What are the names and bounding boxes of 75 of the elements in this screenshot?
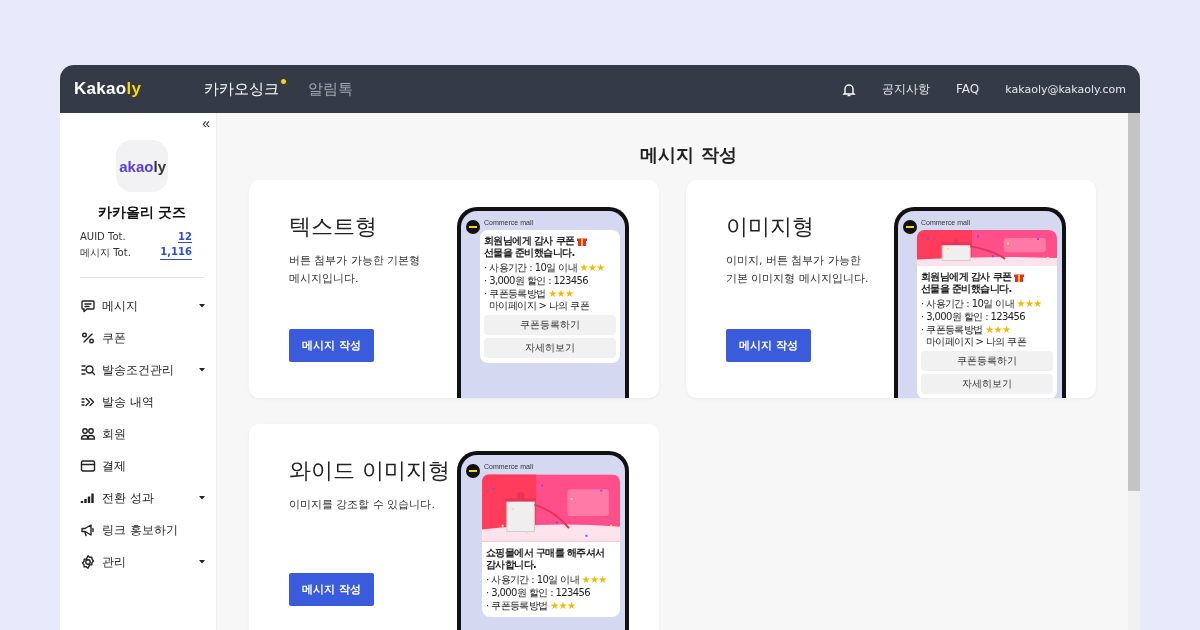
sidebar-item[interactable]: 메시지 bbox=[80, 290, 205, 322]
message-title: 회원님에게 감사 쿠폰 bbox=[921, 271, 1012, 283]
card-description: 이미지를 강조할 수 있습니다. bbox=[289, 497, 436, 513]
chat-icon bbox=[80, 298, 96, 314]
message-line: · 쿠폰등록방법 bbox=[921, 324, 983, 335]
sidebar-item[interactable]: 회원 bbox=[80, 418, 205, 450]
message-button[interactable]: 쿠폰등록하기 bbox=[484, 315, 616, 335]
compose-button[interactable]: 메시지 작성 bbox=[289, 573, 374, 606]
sidebar-item[interactable]: 결제 bbox=[80, 450, 205, 482]
stat-value-link[interactable]: 1,116 bbox=[160, 246, 192, 260]
collapse-button[interactable]: « bbox=[202, 113, 210, 130]
sidebar-item[interactable]: 발송 내역 bbox=[80, 386, 205, 418]
message-title: 선물을 준비했습니다. bbox=[921, 283, 1012, 295]
stat-value-link[interactable]: 12 bbox=[178, 231, 192, 243]
compose-button[interactable]: 메시지 작성 bbox=[726, 329, 811, 362]
star-marks: ★★★ bbox=[550, 600, 576, 611]
message-note: 마이페이지 > 나의 쿠폰 bbox=[925, 336, 1028, 348]
bell-icon[interactable] bbox=[842, 81, 857, 97]
message-line: · 사용기간 : 10일 이내 bbox=[486, 574, 579, 585]
scrollbar-thumb[interactable] bbox=[1128, 113, 1140, 491]
card-icon bbox=[80, 458, 96, 474]
star-marks: ★★★ bbox=[579, 262, 605, 273]
caret-icon bbox=[199, 368, 205, 372]
message-note: 마이페이지 > 나의 쿠폰 bbox=[488, 300, 591, 312]
nav-tab[interactable]: 카카오싱크 bbox=[204, 79, 286, 99]
avatar-icon bbox=[466, 220, 480, 234]
message-line: · 사용기간 : 10일 이내 bbox=[921, 298, 1014, 309]
message-line: · 3,000원 할인 : 123456 bbox=[921, 311, 1026, 322]
account-link[interactable]: kakaoly@kakaoly.com bbox=[1005, 82, 1126, 96]
message-line: · 쿠폰등록방법 bbox=[486, 600, 548, 611]
store-name: 카카올리 굿즈 bbox=[97, 204, 187, 222]
scrollbar[interactable] bbox=[1128, 113, 1140, 630]
card-description: 이미지, 버튼 첨부가 가능한 기본 이미지형 메시지입니다. bbox=[726, 253, 870, 287]
message-line: · 3,000원 할인 : 123456 bbox=[486, 587, 591, 598]
logo[interactable]: Kakaoly bbox=[74, 79, 204, 99]
avatar-icon bbox=[466, 464, 480, 478]
message-line: · 3,000원 할인 : 123456 bbox=[484, 275, 589, 286]
card-title: 이미지형 bbox=[726, 213, 815, 241]
store-logo: akaoly bbox=[116, 140, 168, 192]
sidebar-item[interactable]: 발송조건관리 bbox=[80, 354, 205, 386]
sidebar-item[interactable]: 전환 성과 bbox=[80, 482, 205, 514]
caret-icon bbox=[199, 304, 205, 308]
sidebar-item[interactable]: 관리 bbox=[80, 546, 205, 578]
header-link[interactable]: 공지사항 bbox=[882, 80, 931, 98]
megaphone-icon bbox=[80, 522, 96, 538]
message-button[interactable]: 쿠폰등록하기 bbox=[921, 351, 1053, 371]
caret-icon bbox=[199, 560, 205, 564]
card-title: 텍스트형 bbox=[289, 213, 378, 241]
search-list-icon bbox=[80, 362, 96, 378]
caret-icon bbox=[199, 496, 205, 500]
message-title: 선물을 준비했습니다. bbox=[484, 247, 575, 259]
gear-icon bbox=[80, 554, 96, 570]
sidebar-item[interactable]: 링크 홍보하기 bbox=[80, 514, 205, 546]
people-icon bbox=[80, 426, 96, 442]
card-description: 버튼 첨부가 가능한 기본형 메시지입니다. bbox=[289, 253, 422, 287]
sidebar-item[interactable]: 쿠폰 bbox=[80, 322, 205, 354]
star-marks: ★★★ bbox=[581, 574, 607, 585]
star-marks: ★★★ bbox=[1016, 298, 1042, 309]
percent-icon bbox=[80, 330, 96, 346]
star-marks: ★★★ bbox=[985, 324, 1011, 335]
nav-tab[interactable]: 알림톡 bbox=[308, 79, 360, 99]
stat-label: AUID Tot. bbox=[80, 231, 126, 243]
stat-label: 메시지 Tot. bbox=[80, 246, 131, 260]
message-line: · 쿠폰등록방법 bbox=[484, 288, 546, 299]
card-title: 와이드 이미지형 bbox=[289, 457, 451, 485]
star-marks: ★★★ bbox=[548, 288, 574, 299]
message-line: · 사용기간 : 10일 이내 bbox=[484, 262, 577, 273]
message-title: 쇼핑몰에서 구매를 해주셔서 감사합니다. bbox=[486, 547, 606, 571]
page-title: 메시지 작성 bbox=[639, 143, 738, 167]
message-button[interactable]: 자세히보기 bbox=[484, 338, 616, 358]
avatar-icon bbox=[903, 220, 917, 234]
compose-button[interactable]: 메시지 작성 bbox=[289, 329, 374, 362]
message-title: 회원님에게 감사 쿠폰 bbox=[484, 235, 575, 247]
message-button[interactable]: 자세히보기 bbox=[921, 374, 1053, 394]
header-link[interactable]: FAQ bbox=[956, 82, 980, 96]
